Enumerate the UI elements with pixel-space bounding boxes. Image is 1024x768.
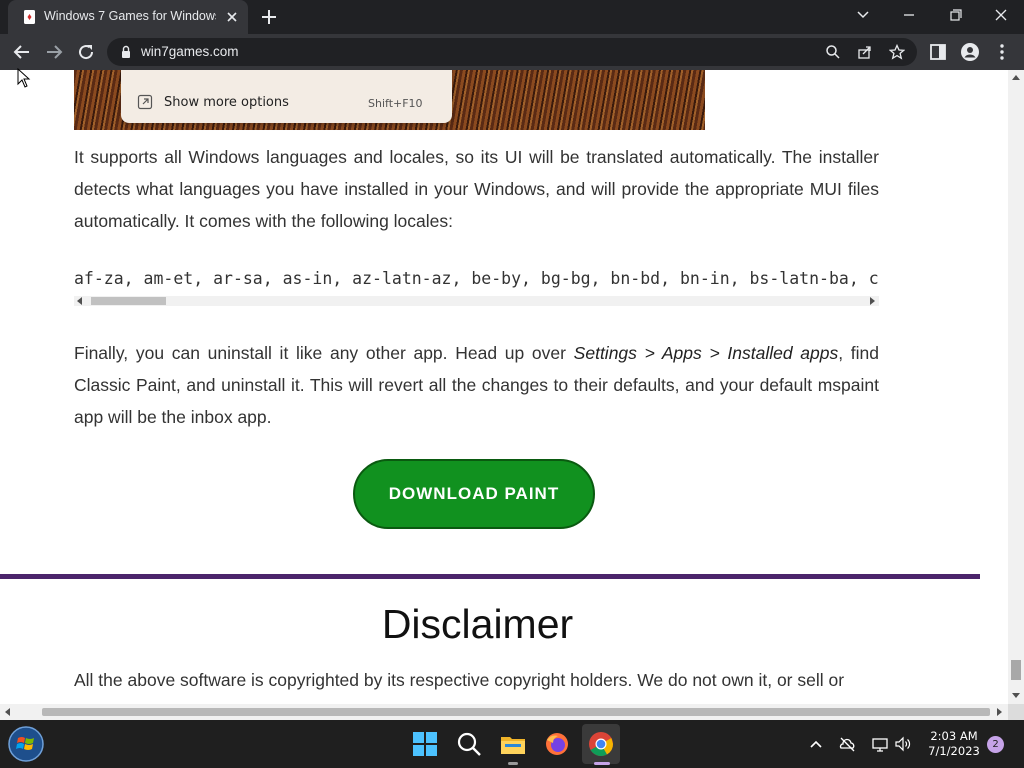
network-icon[interactable] <box>871 735 889 753</box>
search-icon[interactable] <box>825 44 841 60</box>
vertical-scrollbar-thumb[interactable] <box>1011 660 1021 680</box>
chevron-up-icon[interactable] <box>807 735 825 753</box>
share-icon[interactable] <box>857 44 873 60</box>
tab-search-chevron-icon[interactable] <box>848 4 878 26</box>
file-explorer-icon[interactable] <box>499 730 527 758</box>
browser-toolbar: win7games.com <box>0 34 1024 70</box>
close-window-icon[interactable] <box>986 4 1016 26</box>
context-menu-shortcut: Shift+F10 <box>368 97 423 110</box>
code-scrollbar-thumb[interactable] <box>91 297 166 305</box>
notification-badge[interactable]: 2 <box>987 736 1004 753</box>
firefox-icon[interactable] <box>543 730 571 758</box>
browser-tab[interactable]: Windows 7 Games for Windows <box>8 0 248 34</box>
kebab-menu-icon[interactable] <box>992 42 1012 62</box>
page-horizontal-scrollbar[interactable] <box>0 704 1008 720</box>
chrome-icon[interactable] <box>587 730 615 758</box>
close-tab-icon[interactable] <box>224 9 240 25</box>
tab-strip: Windows 7 Games for Windows <box>0 0 1024 34</box>
context-menu: Show more options Shift+F10 <box>121 70 452 123</box>
address-bar[interactable]: win7games.com <box>107 38 917 66</box>
page-vertical-scrollbar[interactable] <box>1008 70 1024 704</box>
download-paint-button[interactable]: DOWNLOAD PAINT <box>353 459 595 529</box>
context-menu-item-show-more-options[interactable]: Show more options <box>164 95 289 110</box>
search-taskbar-icon[interactable] <box>455 730 483 758</box>
page-viewport[interactable]: Show more options Shift+F10 It supports … <box>0 70 1008 704</box>
minimize-icon[interactable] <box>894 4 924 26</box>
show-more-options-icon <box>137 94 153 110</box>
cards-favicon-icon <box>24 10 35 24</box>
taskbar: 2:03 AM 7/1/2023 2 <box>0 720 1024 768</box>
side-panel-icon[interactable] <box>928 42 948 62</box>
clock-date: 7/1/2023 <box>928 744 980 758</box>
system-clock[interactable]: 2:03 AM 7/1/2023 <box>916 729 992 759</box>
file-explorer-running-indicator <box>508 762 518 765</box>
lock-icon[interactable] <box>119 45 133 59</box>
code-block: af-za, am-et, ar-sa, as-in, az-latn-az, … <box>74 264 879 312</box>
forward-arrow-icon[interactable] <box>44 42 64 62</box>
restore-icon[interactable] <box>940 4 970 26</box>
scrollbar-corner <box>1008 704 1024 720</box>
section-divider <box>0 574 980 579</box>
paragraph-locales: It supports all Windows languages and lo… <box>74 147 879 231</box>
disclaimer-text: All the above software is copyrighted by… <box>74 670 845 690</box>
bookmark-star-icon[interactable] <box>889 44 905 60</box>
uninstall-text-start: Finally, you can uninstall it like any o… <box>74 343 574 363</box>
windows7-start-orb-icon[interactable] <box>8 726 44 762</box>
windows-start-icon[interactable] <box>411 730 439 758</box>
profile-avatar-icon[interactable] <box>960 42 980 62</box>
horizontal-scrollbar-thumb[interactable] <box>42 708 990 716</box>
onedrive-offline-icon[interactable] <box>838 735 856 753</box>
disclaimer-heading: Disclaimer <box>381 601 574 647</box>
tab-title: Windows 7 Games for Windows <box>44 9 216 23</box>
paragraph-uninstall: Finally, you can uninstall it like any o… <box>74 337 879 433</box>
settings-path: Settings > Apps > Installed apps <box>573 343 839 363</box>
scroll-left-arrow-icon[interactable] <box>76 297 84 305</box>
url-text[interactable]: win7games.com <box>141 44 239 59</box>
mouse-cursor-icon <box>17 68 31 88</box>
chrome-running-indicator <box>594 762 610 765</box>
reload-icon[interactable] <box>76 42 96 62</box>
scroll-right-arrow-icon[interactable] <box>868 297 876 305</box>
scroll-down-arrow-icon[interactable] <box>1012 691 1020 699</box>
locales-code: af-za, am-et, ar-sa, as-in, az-latn-az, … <box>74 269 879 288</box>
volume-icon[interactable] <box>894 735 912 753</box>
page-scroll-left-arrow-icon[interactable] <box>4 708 12 716</box>
new-tab-icon[interactable] <box>258 6 280 28</box>
code-scrollbar[interactable] <box>74 296 879 306</box>
clock-time: 2:03 AM <box>930 729 978 743</box>
scroll-up-arrow-icon[interactable] <box>1012 74 1020 82</box>
page-scroll-right-arrow-icon[interactable] <box>995 708 1003 716</box>
back-arrow-icon[interactable] <box>12 42 32 62</box>
